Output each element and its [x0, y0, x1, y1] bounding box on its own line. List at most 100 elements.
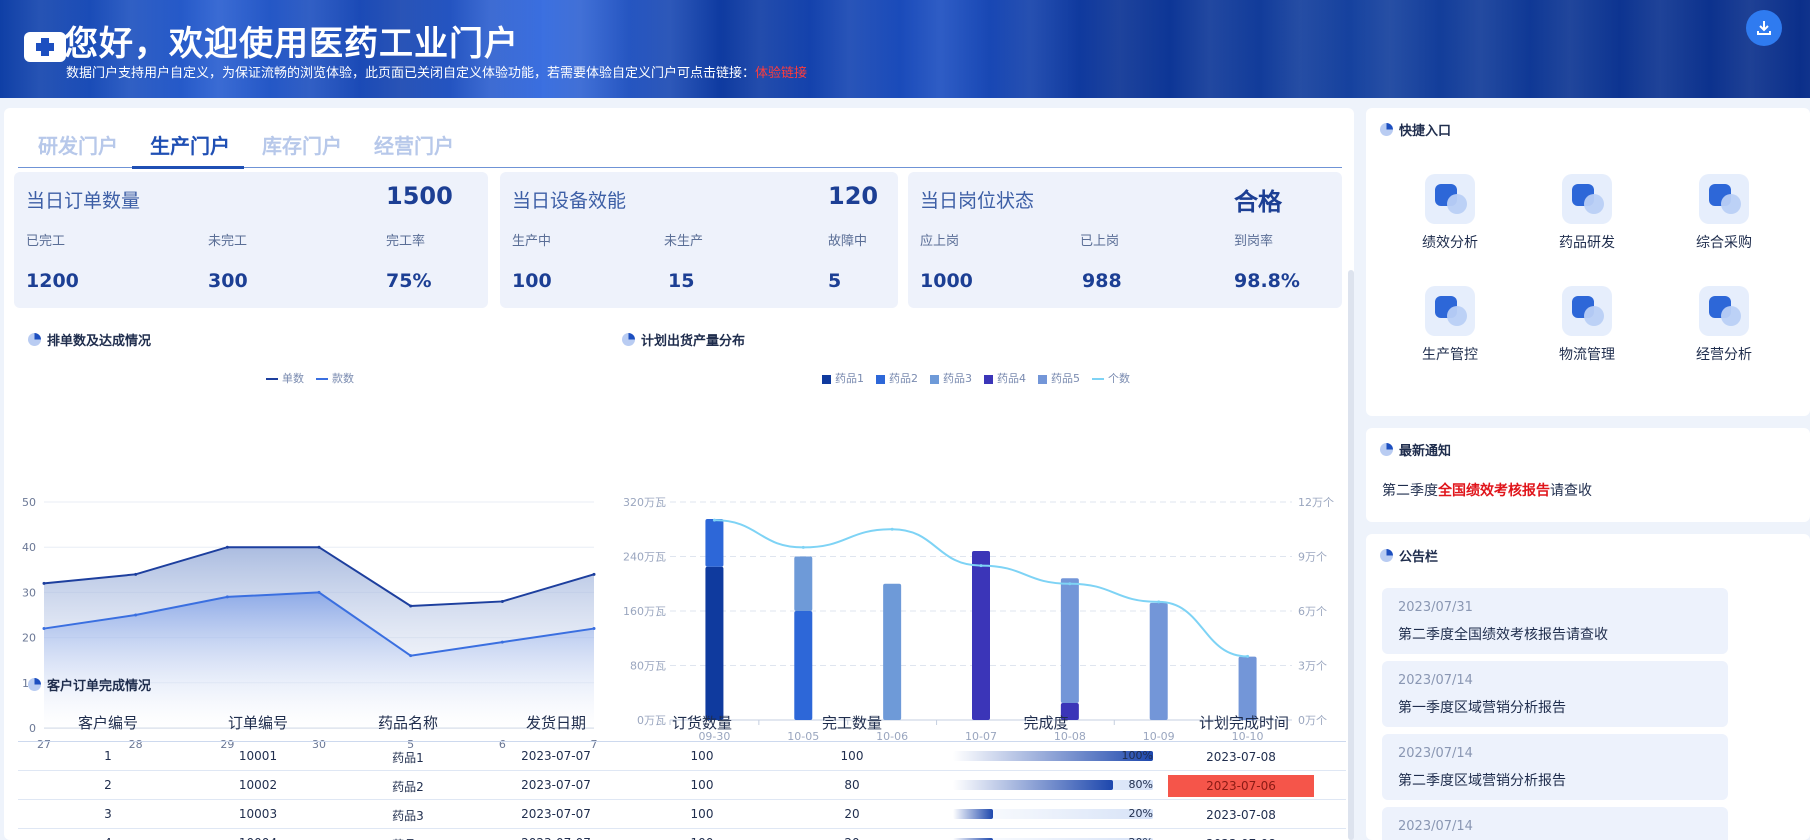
truck-icon	[1562, 286, 1612, 336]
tab-production[interactable]: 生产门户	[150, 130, 230, 159]
quick-entry-title-text: 快捷入口	[1399, 124, 1452, 139]
table-cell-drug: 药品3	[392, 809, 424, 823]
kpi-value: 120	[828, 182, 879, 210]
table-cell-ship: 2023-07-07	[506, 836, 606, 840]
table-title-text: 客户订单完成情况	[47, 679, 152, 694]
bulletin-card: 公告栏 2023/07/31 第二季度全国绩效考核报告请查收 2023/07/1…	[1366, 534, 1810, 840]
kpi-label: 已上岗	[1080, 234, 1120, 249]
data-point	[317, 590, 321, 594]
experience-link[interactable]: 体验链接	[755, 66, 807, 81]
tab-inventory[interactable]: 库存门户	[262, 130, 342, 159]
notice-suffix: 请查收	[1550, 483, 1592, 499]
table-cell-plan: 2023-07-08	[1168, 833, 1314, 840]
data-point	[409, 654, 413, 658]
data-point	[225, 595, 229, 599]
table-row[interactable]: 2 10002 药品2 2023-07-07 100 80 80% 2023-07-06	[18, 771, 1346, 800]
table-cell-cust: 3	[104, 807, 112, 821]
quick-item-performance[interactable]: 绩效分析	[1400, 174, 1500, 252]
latest-notice-message[interactable]: 第二季度全国绩效考核报告请查收	[1382, 480, 1592, 500]
kpi-number: 988	[1082, 270, 1122, 292]
bulletin-date: 2023/07/31	[1398, 600, 1473, 615]
column-header[interactable]: 发货日期	[506, 712, 606, 733]
column-header[interactable]: 计划完成时间	[1184, 712, 1304, 733]
table-cell-ship: 2023-07-07	[521, 749, 591, 763]
chart-icon	[1425, 174, 1475, 224]
column-header[interactable]: 客户编号	[58, 712, 158, 733]
bulletin-title-text: 公告栏	[1399, 550, 1439, 565]
progress-label: 20%	[1117, 836, 1153, 840]
table-row[interactable]: 1 10001 药品1 2023-07-07 100 100 100% 2023-07-08	[18, 742, 1346, 771]
table-cell-cust: 2	[104, 778, 112, 792]
y-tick-label: 80万瓦	[630, 660, 666, 673]
table-cell-cust: 1	[104, 749, 112, 763]
y-tick-label: 30	[22, 586, 36, 599]
bulletin-item[interactable]: 2023/07/31 第二季度全国绩效考核报告请查收	[1382, 588, 1728, 654]
data-point	[409, 604, 413, 608]
latest-notice-title: 最新通知	[1380, 440, 1451, 459]
quick-item-procurement[interactable]: 综合采购	[1674, 174, 1774, 252]
bulletin-text: 第二季度区域营销分析报告	[1398, 773, 1566, 789]
bar-药品3	[794, 556, 813, 611]
table-row[interactable]: 4 10004 药品4 2023-07-07 100 20 20% 2023-07-08	[18, 829, 1346, 840]
progress-fill	[953, 809, 993, 819]
data-point	[979, 564, 983, 568]
quick-item-business-analysis[interactable]: 经营分析	[1674, 286, 1774, 364]
bulletin-date: 2023/07/14	[1398, 746, 1473, 761]
bulletin-item[interactable]: 2023/07/14	[1382, 807, 1728, 840]
column-header[interactable]: 订单编号	[208, 712, 308, 733]
data-point	[42, 581, 46, 585]
kpi-label: 未生产	[664, 234, 704, 249]
progress-fill	[953, 780, 1113, 790]
table-cell-done: 20	[802, 836, 902, 840]
column-header[interactable]: 完工数量	[802, 712, 902, 733]
latest-notice-card: 最新通知 第二季度全国绩效考核报告请查收	[1366, 428, 1810, 522]
box-icon	[1699, 174, 1749, 224]
area-chart-title-text: 排单数及达成情况	[47, 334, 152, 349]
table-row[interactable]: 3 10003 药品3 2023-07-07 100 20 20% 2023-07-08	[18, 800, 1346, 829]
bulletin-item[interactable]: 2023/07/14 第一季度区域营销分析报告	[1382, 661, 1728, 727]
bulletin-title: 公告栏	[1380, 546, 1438, 565]
kpi-number: 15	[668, 270, 695, 292]
header-banner: 您好，欢迎使用医药工业门户 数据门户支持用户自定义，为保证流畅的浏览体验，此页面…	[0, 0, 1810, 98]
tab-operations[interactable]: 经营门户	[374, 130, 454, 159]
column-header[interactable]: 订货数量	[652, 712, 752, 733]
scrollbar[interactable]	[1348, 270, 1354, 840]
quick-item-logistics[interactable]: 物流管理	[1537, 286, 1637, 364]
data-point	[500, 599, 504, 603]
kpi-title: 当日岗位状态	[920, 190, 1035, 212]
latest-notice-title-text: 最新通知	[1399, 444, 1452, 459]
data-point	[1246, 654, 1250, 658]
table-cell-order: 10003	[238, 807, 278, 821]
tab-rnd[interactable]: 研发门户	[38, 130, 118, 159]
data-point	[592, 572, 596, 576]
header-subtitle: 数据门户支持用户自定义，为保证流畅的浏览体验，此页面已关闭自定义体验功能，若需要…	[66, 62, 807, 81]
bulletin-item[interactable]: 2023/07/14 第二季度区域营销分析报告	[1382, 734, 1728, 800]
column-header[interactable]: 完成度	[996, 712, 1096, 733]
quick-item-drug-rnd[interactable]: 药品研发	[1537, 174, 1637, 252]
pie-icon	[28, 678, 41, 691]
table-cell-ship: 2023-07-07	[521, 807, 591, 821]
kpi-label: 未完工	[208, 234, 248, 249]
quick-item-production-control[interactable]: 生产管控	[1400, 286, 1500, 364]
header-subtitle-text: 数据门户支持用户自定义，为保证流畅的浏览体验，此页面已关闭自定义体验功能，若需要…	[66, 66, 756, 81]
table-cell-plan: 2023-07-08	[1206, 808, 1276, 822]
notice-highlight: 全国绩效考核报告	[1438, 483, 1550, 499]
kpi-label: 故障中	[828, 234, 868, 249]
y2-tick-label: 3万个	[1298, 660, 1327, 673]
quick-item-label: 综合采购	[1696, 235, 1752, 251]
download-button[interactable]	[1746, 10, 1782, 46]
data-point	[317, 545, 321, 549]
column-header[interactable]: 药品名称	[358, 712, 458, 733]
pie-icon	[1380, 549, 1393, 562]
y-tick-label: 320万瓦	[623, 496, 666, 509]
bar-药品3	[883, 583, 902, 720]
area-chart-title: 排单数及达成情况	[28, 330, 151, 349]
bar-chart-title-text: 计划出货产量分布	[641, 334, 746, 349]
kpi-card-equipment: 当日设备效能 120 生产中 未生产 故障中 100 15 5	[500, 172, 898, 308]
table-cell-order: 10004	[208, 836, 308, 840]
bar-药品4	[972, 551, 990, 720]
data-point	[1157, 600, 1161, 604]
quick-entry-card: 快捷入口 绩效分析 药品研发 综合采购 生产管控 物流管理 经营分析	[1366, 108, 1810, 416]
table-cell-done: 20	[844, 807, 860, 821]
bulletin-date: 2023/07/14	[1398, 819, 1473, 834]
